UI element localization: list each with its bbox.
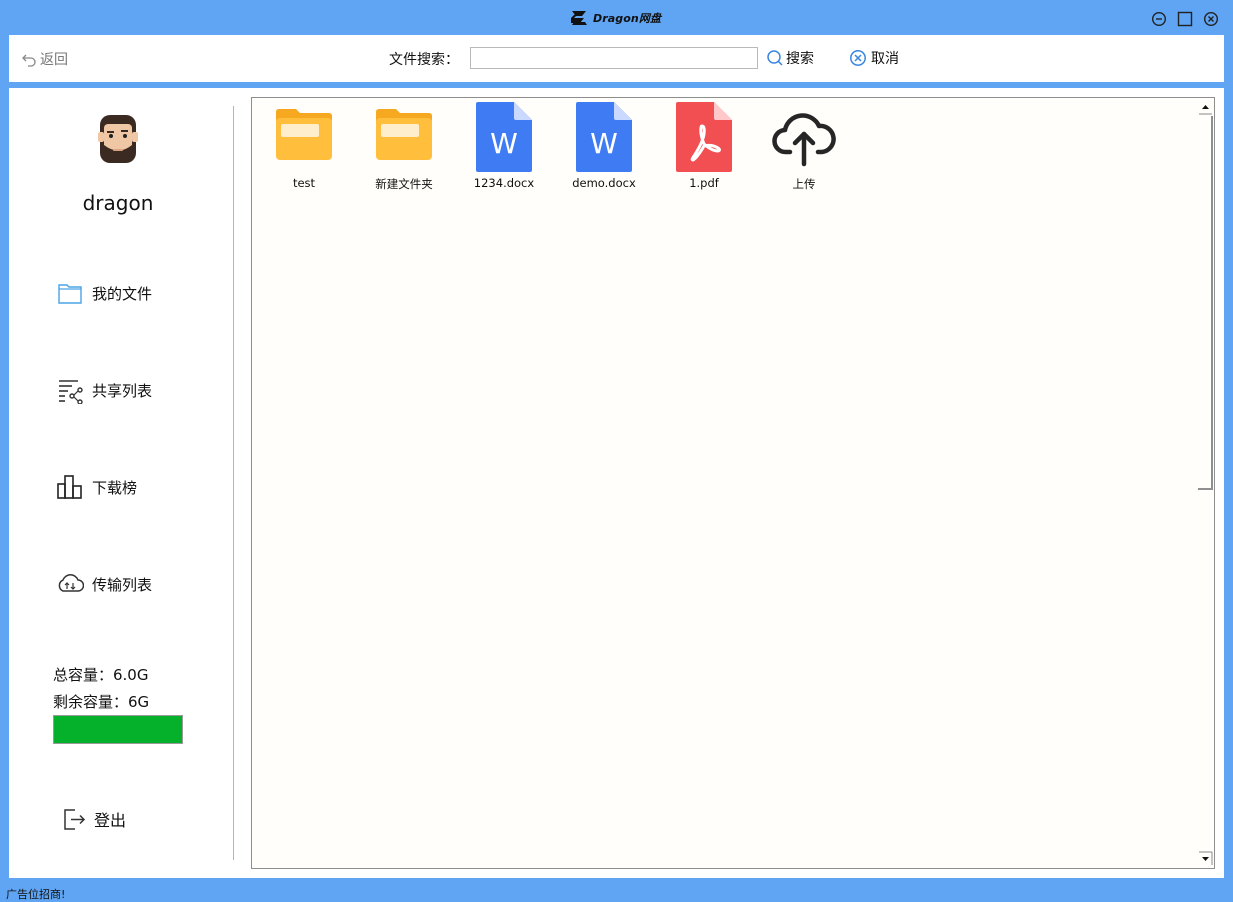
folder-icon xyxy=(376,109,432,160)
window-title: Dragon网盘 xyxy=(568,9,661,27)
logout-icon xyxy=(64,809,86,830)
main-panel: dragon 我的文件 共享列表 下载榜 传输列表 总容量：6.0G 剩余容量：… xyxy=(9,88,1224,878)
back-label: 返回 xyxy=(40,52,68,68)
scroll-down-icon[interactable] xyxy=(1198,851,1213,866)
ad-status-text: 广告位招商! xyxy=(6,888,66,901)
sidebar-item-label: 我的文件 xyxy=(92,284,153,303)
search-button-label: 搜索 xyxy=(786,51,814,67)
file-name: 1234.docx xyxy=(473,176,535,190)
logout-button[interactable]: 登出 xyxy=(61,806,126,832)
capacity-progress-fill xyxy=(54,716,182,743)
upload-button[interactable]: 上传 xyxy=(759,100,849,192)
sidebar-item-label: 下载榜 xyxy=(92,478,138,497)
sidebar-item-label: 共享列表 xyxy=(92,381,153,400)
sidebar-item-my-files[interactable]: 我的文件 xyxy=(56,279,152,307)
sidebar: dragon 我的文件 共享列表 下载榜 传输列表 总容量：6.0G 剩余容量：… xyxy=(9,88,234,878)
sidebar-item-download-rank[interactable]: 下载榜 xyxy=(56,473,137,501)
sidebar-item-share-list[interactable]: 共享列表 xyxy=(56,376,152,404)
scroll-up-icon[interactable] xyxy=(1198,100,1213,115)
svg-text:W: W xyxy=(490,127,518,160)
cancel-icon xyxy=(850,50,866,66)
toolbar: 返回 文件搜索： 搜索 取消 xyxy=(9,35,1224,82)
window-title-text: Dragon网盘 xyxy=(593,12,662,25)
file-item-pdf[interactable]: 1.pdf xyxy=(659,100,749,190)
file-list-area: test 新建文件夹 W 1234.docx W demo.docx 1.pdf… xyxy=(251,97,1215,869)
word-document-icon: W xyxy=(476,102,532,172)
capacity-info: 总容量：6.0G 剩余容量：6G xyxy=(53,662,149,716)
share-list-icon xyxy=(59,380,83,404)
svg-text:W: W xyxy=(590,127,618,160)
remaining-capacity: 剩余容量：6G xyxy=(53,693,150,711)
folder-icon xyxy=(276,109,332,160)
title-bar: Dragon网盘 xyxy=(0,0,1233,35)
pdf-document-icon xyxy=(676,102,732,172)
file-item-folder[interactable]: 新建文件夹 xyxy=(359,100,449,192)
upload-icon xyxy=(772,113,836,167)
search-button[interactable]: 搜索 xyxy=(766,48,814,68)
vertical-scrollbar[interactable] xyxy=(1197,98,1214,868)
avatar xyxy=(98,115,138,163)
logout-label: 登出 xyxy=(94,811,127,830)
capacity-progress-bar xyxy=(53,715,183,744)
file-item-folder[interactable]: test xyxy=(259,100,349,190)
search-icon xyxy=(767,50,783,66)
dragon-logo-icon xyxy=(571,11,587,25)
back-arrow-icon xyxy=(22,54,36,67)
file-item-docx[interactable]: W demo.docx xyxy=(559,100,649,190)
minimize-icon xyxy=(1151,11,1167,27)
search-input[interactable] xyxy=(470,47,758,69)
scroll-thumb[interactable] xyxy=(1198,116,1213,490)
word-document-icon: W xyxy=(576,102,632,172)
minimize-button[interactable] xyxy=(1151,11,1167,27)
cancel-button[interactable]: 取消 xyxy=(849,48,899,68)
total-capacity: 总容量：6.0G xyxy=(53,666,149,684)
file-item-docx[interactable]: W 1234.docx xyxy=(459,100,549,190)
file-name: 新建文件夹 xyxy=(375,177,433,191)
username: dragon xyxy=(82,191,154,215)
file-name: 1.pdf xyxy=(689,176,719,190)
folder-icon xyxy=(58,284,82,304)
back-button[interactable]: 返回 xyxy=(21,49,68,69)
cancel-button-label: 取消 xyxy=(871,51,899,67)
sidebar-divider xyxy=(233,106,234,860)
maximize-icon xyxy=(1177,11,1193,27)
file-name: demo.docx xyxy=(572,176,636,190)
sidebar-item-label: 传输列表 xyxy=(92,575,153,594)
upload-label: 上传 xyxy=(792,177,816,191)
sidebar-item-transfer-list[interactable]: 传输列表 xyxy=(56,570,152,598)
cloud-transfer-icon xyxy=(58,574,84,592)
search-label: 文件搜索： xyxy=(389,52,459,68)
bar-chart-icon xyxy=(57,475,82,499)
maximize-button[interactable] xyxy=(1177,11,1193,27)
close-button[interactable] xyxy=(1203,11,1219,27)
file-name: test xyxy=(292,176,316,190)
close-icon xyxy=(1203,11,1219,27)
